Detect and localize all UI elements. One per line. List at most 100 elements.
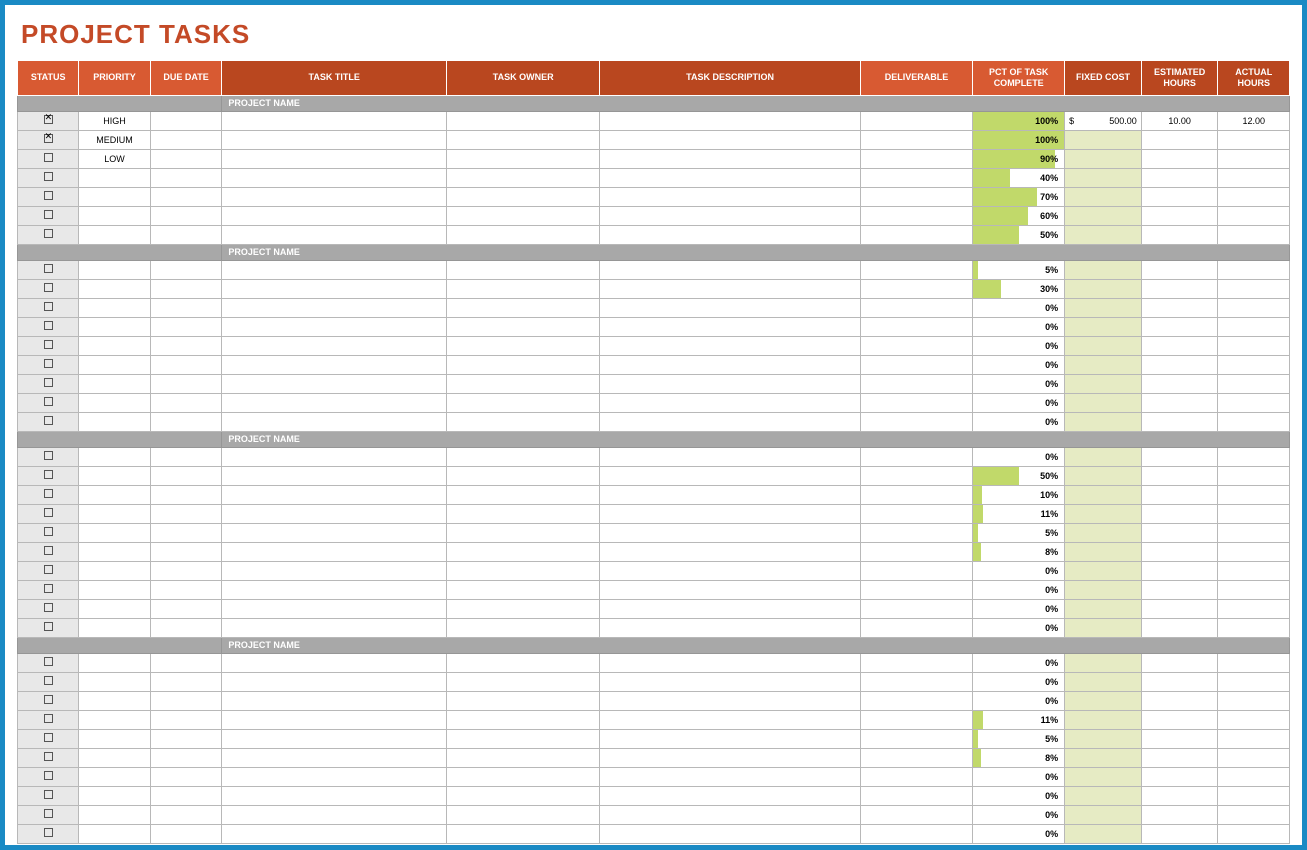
fixed-cost-cell[interactable] (1065, 805, 1142, 824)
pct-complete-cell[interactable]: 0% (973, 767, 1065, 786)
status-checkbox[interactable] (44, 378, 53, 387)
task-title-cell[interactable] (222, 653, 447, 672)
task-owner-cell[interactable] (447, 374, 600, 393)
fixed-cost-cell[interactable] (1065, 149, 1142, 168)
due-date-cell[interactable] (150, 279, 222, 298)
actual-hours-cell[interactable] (1218, 561, 1290, 580)
priority-cell[interactable] (79, 504, 151, 523)
status-checkbox[interactable] (44, 210, 53, 219)
deliverable-cell[interactable] (860, 542, 972, 561)
pct-complete-cell[interactable]: 50% (973, 225, 1065, 244)
actual-hours-cell[interactable] (1218, 130, 1290, 149)
due-date-cell[interactable] (150, 168, 222, 187)
status-checkbox[interactable] (44, 302, 53, 311)
estimated-hours-cell[interactable] (1141, 729, 1218, 748)
status-checkbox[interactable] (44, 790, 53, 799)
status-cell[interactable] (18, 317, 79, 336)
group-header-row[interactable]: PROJECT NAME (18, 431, 1290, 447)
estimated-hours-cell[interactable] (1141, 618, 1218, 637)
due-date-cell[interactable] (150, 412, 222, 431)
task-title-cell[interactable] (222, 672, 447, 691)
deliverable-cell[interactable] (860, 824, 972, 843)
deliverable-cell[interactable] (860, 317, 972, 336)
fixed-cost-cell[interactable] (1065, 447, 1142, 466)
deliverable-cell[interactable] (860, 599, 972, 618)
actual-hours-cell[interactable] (1218, 149, 1290, 168)
task-owner-cell[interactable] (447, 523, 600, 542)
estimated-hours-cell[interactable] (1141, 599, 1218, 618)
actual-hours-cell[interactable] (1218, 786, 1290, 805)
estimated-hours-cell[interactable] (1141, 672, 1218, 691)
task-owner-cell[interactable] (447, 580, 600, 599)
estimated-hours-cell[interactable] (1141, 168, 1218, 187)
task-title-cell[interactable] (222, 561, 447, 580)
actual-hours-cell[interactable] (1218, 206, 1290, 225)
task-desc-cell[interactable] (600, 225, 861, 244)
fixed-cost-cell[interactable] (1065, 786, 1142, 805)
estimated-hours-cell[interactable] (1141, 485, 1218, 504)
estimated-hours-cell[interactable] (1141, 130, 1218, 149)
due-date-cell[interactable] (150, 504, 222, 523)
pct-complete-cell[interactable]: 11% (973, 710, 1065, 729)
task-desc-cell[interactable] (600, 317, 861, 336)
priority-cell[interactable] (79, 466, 151, 485)
task-owner-cell[interactable] (447, 561, 600, 580)
task-desc-cell[interactable] (600, 485, 861, 504)
fixed-cost-cell[interactable] (1065, 504, 1142, 523)
pct-complete-cell[interactable]: 0% (973, 618, 1065, 637)
status-cell[interactable] (18, 130, 79, 149)
status-cell[interactable] (18, 786, 79, 805)
estimated-hours-cell[interactable] (1141, 824, 1218, 843)
task-title-cell[interactable] (222, 279, 447, 298)
status-checkbox[interactable] (44, 451, 53, 460)
actual-hours-cell[interactable] (1218, 225, 1290, 244)
estimated-hours-cell[interactable] (1141, 786, 1218, 805)
deliverable-cell[interactable] (860, 374, 972, 393)
priority-cell[interactable]: HIGH (79, 111, 151, 130)
due-date-cell[interactable] (150, 618, 222, 637)
pct-complete-cell[interactable]: 0% (973, 672, 1065, 691)
task-title-cell[interactable] (222, 317, 447, 336)
col-status[interactable]: STATUS (18, 61, 79, 96)
pct-complete-cell[interactable]: 0% (973, 317, 1065, 336)
due-date-cell[interactable] (150, 805, 222, 824)
fixed-cost-cell[interactable] (1065, 206, 1142, 225)
status-cell[interactable] (18, 805, 79, 824)
task-title-cell[interactable] (222, 298, 447, 317)
status-cell[interactable] (18, 618, 79, 637)
priority-cell[interactable] (79, 561, 151, 580)
estimated-hours-cell[interactable] (1141, 225, 1218, 244)
deliverable-cell[interactable] (860, 168, 972, 187)
status-cell[interactable] (18, 374, 79, 393)
deliverable-cell[interactable] (860, 618, 972, 637)
fixed-cost-cell[interactable] (1065, 187, 1142, 206)
fixed-cost-cell[interactable] (1065, 336, 1142, 355)
priority-cell[interactable] (79, 187, 151, 206)
pct-complete-cell[interactable]: 0% (973, 805, 1065, 824)
actual-hours-cell[interactable] (1218, 466, 1290, 485)
task-title-cell[interactable] (222, 187, 447, 206)
task-desc-cell[interactable] (600, 523, 861, 542)
priority-cell[interactable] (79, 786, 151, 805)
task-desc-cell[interactable] (600, 729, 861, 748)
pct-complete-cell[interactable]: 0% (973, 412, 1065, 431)
status-checkbox[interactable] (44, 191, 53, 200)
task-desc-cell[interactable] (600, 542, 861, 561)
status-checkbox[interactable] (44, 470, 53, 479)
estimated-hours-cell[interactable] (1141, 298, 1218, 317)
status-cell[interactable] (18, 729, 79, 748)
pct-complete-cell[interactable]: 10% (973, 485, 1065, 504)
pct-complete-cell[interactable]: 0% (973, 374, 1065, 393)
task-title-cell[interactable] (222, 149, 447, 168)
due-date-cell[interactable] (150, 824, 222, 843)
fixed-cost-cell[interactable] (1065, 824, 1142, 843)
deliverable-cell[interactable] (860, 504, 972, 523)
task-owner-cell[interactable] (447, 447, 600, 466)
estimated-hours-cell[interactable] (1141, 412, 1218, 431)
deliverable-cell[interactable] (860, 767, 972, 786)
status-cell[interactable] (18, 466, 79, 485)
fixed-cost-cell[interactable] (1065, 542, 1142, 561)
pct-complete-cell[interactable]: 70% (973, 187, 1065, 206)
estimated-hours-cell[interactable] (1141, 355, 1218, 374)
task-title-cell[interactable] (222, 355, 447, 374)
